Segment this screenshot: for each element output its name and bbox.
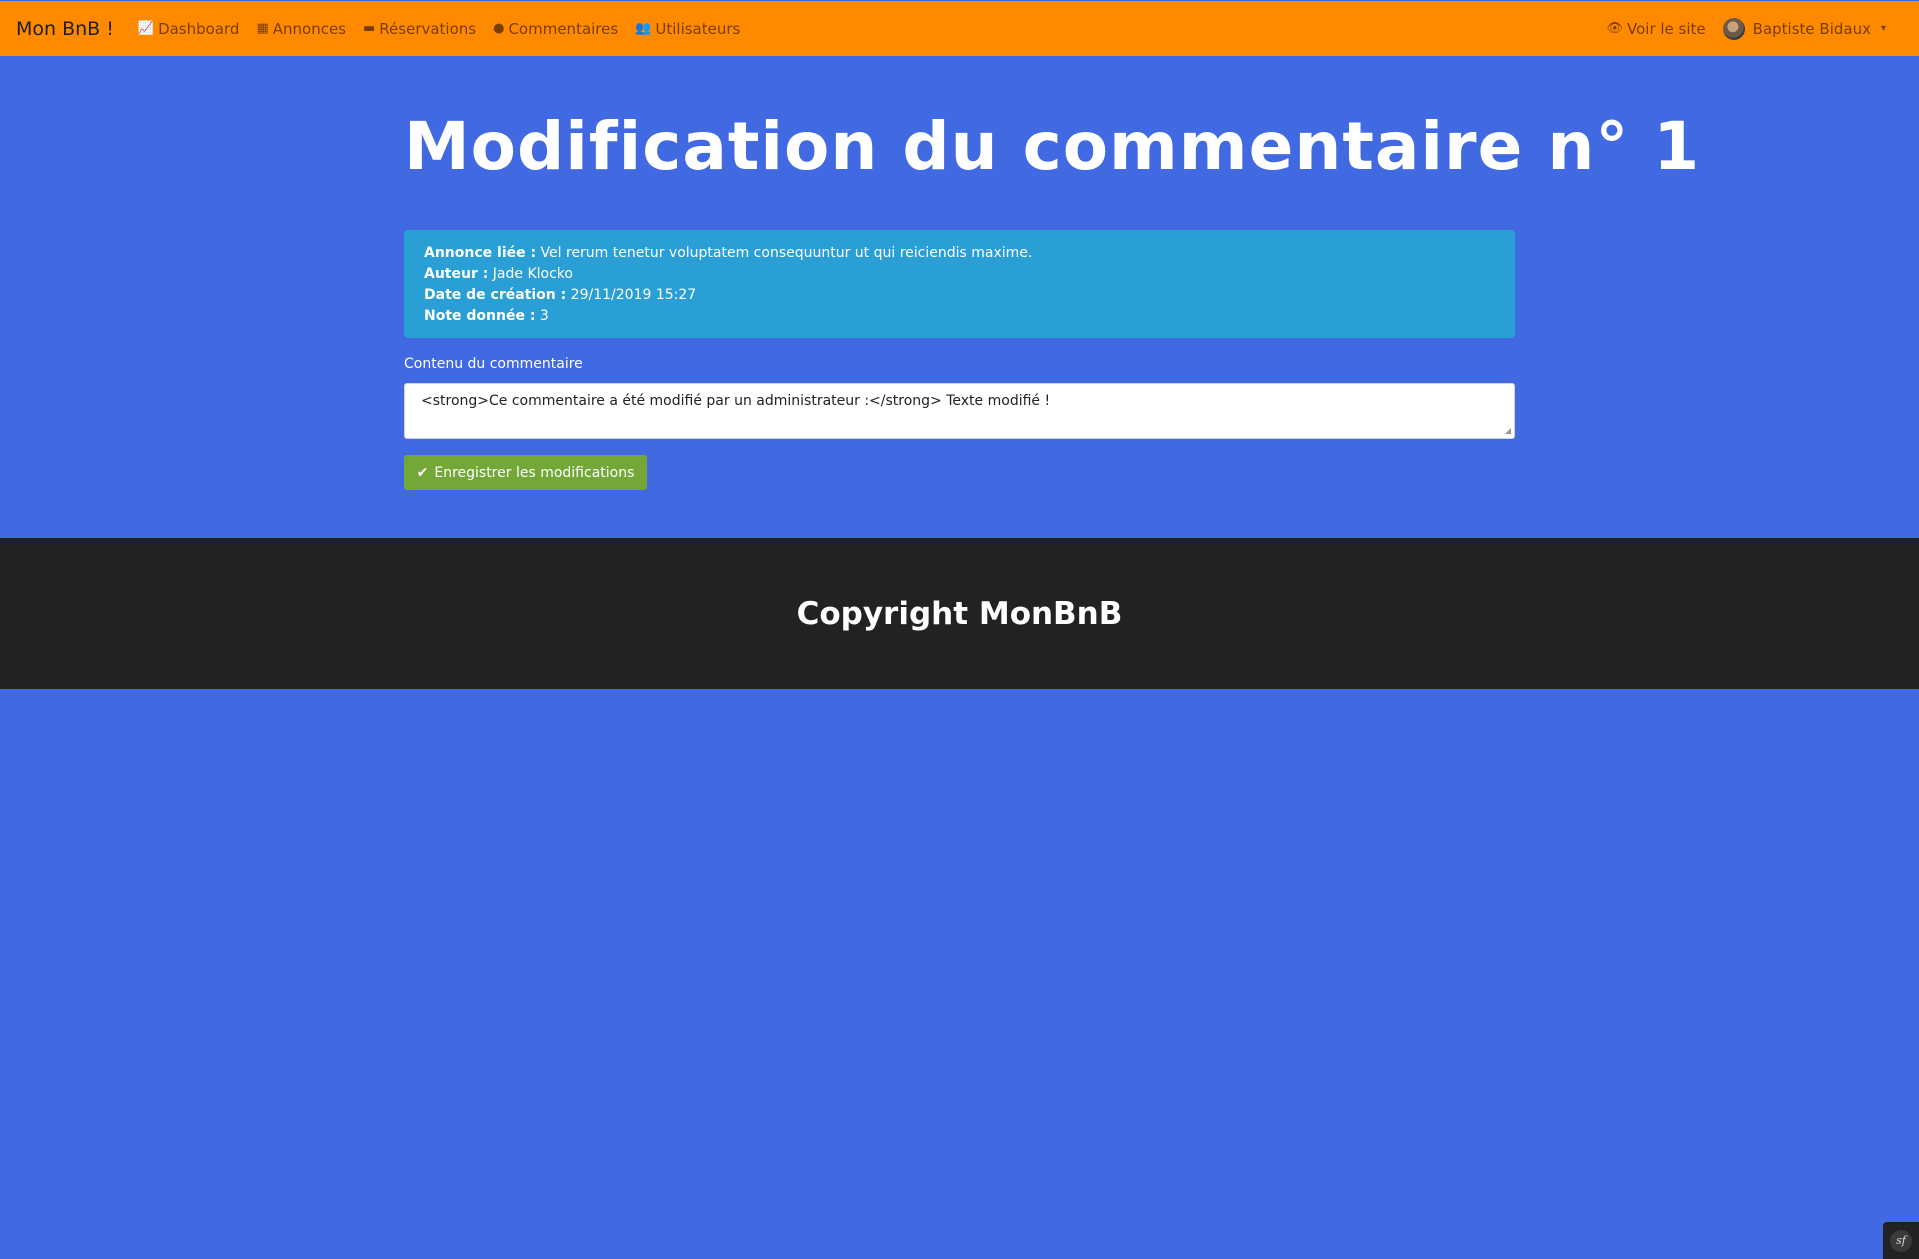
resize-handle-icon[interactable]: ◢ xyxy=(1505,426,1511,435)
nav-right: 👁 Voir le site Baptiste Bidaux ▾ xyxy=(1607,17,1904,40)
nav-item-utilisateurs[interactable]: 👥 Utilisateurs xyxy=(635,20,740,38)
nav-item-annonces[interactable]: ▦ Annonces xyxy=(256,20,346,38)
nav-item-label: Annonces xyxy=(272,19,346,38)
info-author-value: Jade Klocko xyxy=(492,266,573,282)
info-date-line: Date de création : 29/11/2019 15:27 xyxy=(424,285,1495,306)
info-rating-line: Note donnée : 3 xyxy=(424,306,1495,327)
nav-item-label: Commentaires xyxy=(508,19,619,38)
info-date-value: 29/11/2019 15:27 xyxy=(570,287,697,303)
info-date-label: Date de création : xyxy=(424,287,567,303)
users-icon: 👥 xyxy=(635,21,652,36)
content-field-label: Contenu du commentaire xyxy=(404,356,583,372)
brand-link[interactable]: Mon BnB ! xyxy=(16,18,114,40)
nav-item-label: Utilisateurs xyxy=(655,19,741,38)
check-icon: ✔ xyxy=(416,464,429,481)
nav-item-reservations[interactable]: ▬ Réservations xyxy=(363,20,476,38)
nav-item-label: Dashboard xyxy=(158,19,240,38)
nav-item-commentaires[interactable]: ● Commentaires xyxy=(493,20,618,38)
view-site-label: Voir le site xyxy=(1627,19,1706,38)
save-changes-button[interactable]: ✔ Enregistrer les modifications xyxy=(404,455,647,490)
user-menu-toggle[interactable]: Baptiste Bidaux ▾ xyxy=(1722,17,1886,40)
comment-content-textarea[interactable]: <strong>Ce commentaire a été modifié par… xyxy=(404,383,1515,439)
symfony-toolbar-toggle[interactable]: sf xyxy=(1883,1222,1919,1259)
comment-info-alert: Annonce liée : Vel rerum tenetur volupta… xyxy=(404,230,1515,338)
info-ad-label: Annonce liée : xyxy=(424,245,537,261)
footer-copyright: Copyright MonBnB xyxy=(796,595,1123,632)
save-button-label: Enregistrer les modifications xyxy=(434,464,635,481)
comments-icon: ● xyxy=(493,21,505,36)
symfony-logo-icon: sf xyxy=(1890,1229,1912,1252)
info-author-label: Auteur : xyxy=(424,266,489,282)
nav-menu: 📈 Dashboard ▦ Annonces ▬ Réservations ● … xyxy=(138,20,757,38)
nav-item-dashboard[interactable]: 📈 Dashboard xyxy=(138,20,240,38)
top-navbar: Mon BnB ! 📈 Dashboard ▦ Annonces ▬ Réser… xyxy=(0,1,1919,56)
building-icon: ▦ xyxy=(256,21,269,36)
info-rating-value: 3 xyxy=(539,308,549,324)
info-rating-label: Note donnée : xyxy=(424,308,536,324)
info-ad-value: Vel rerum tenetur voluptatem consequuntu… xyxy=(540,245,1033,261)
folder-icon: ▬ xyxy=(363,21,376,36)
info-ad-line: Annonce liée : Vel rerum tenetur volupta… xyxy=(424,243,1495,264)
page-title: Modification du commentaire n° 1 xyxy=(404,108,1701,185)
eye-icon: 👁 xyxy=(1606,21,1624,36)
avatar xyxy=(1722,17,1745,40)
comment-content-value: <strong>Ce commentaire a été modifié par… xyxy=(421,393,1051,409)
chart-line-icon: 📈 xyxy=(137,21,155,36)
caret-down-icon: ▾ xyxy=(1880,23,1886,34)
user-name: Baptiste Bidaux xyxy=(1752,19,1871,38)
nav-item-label: Réservations xyxy=(379,19,477,38)
info-author-line: Auteur : Jade Klocko xyxy=(424,264,1495,285)
page-footer: Copyright MonBnB xyxy=(0,538,1919,689)
view-site-link[interactable]: 👁 Voir le site xyxy=(1607,20,1706,38)
